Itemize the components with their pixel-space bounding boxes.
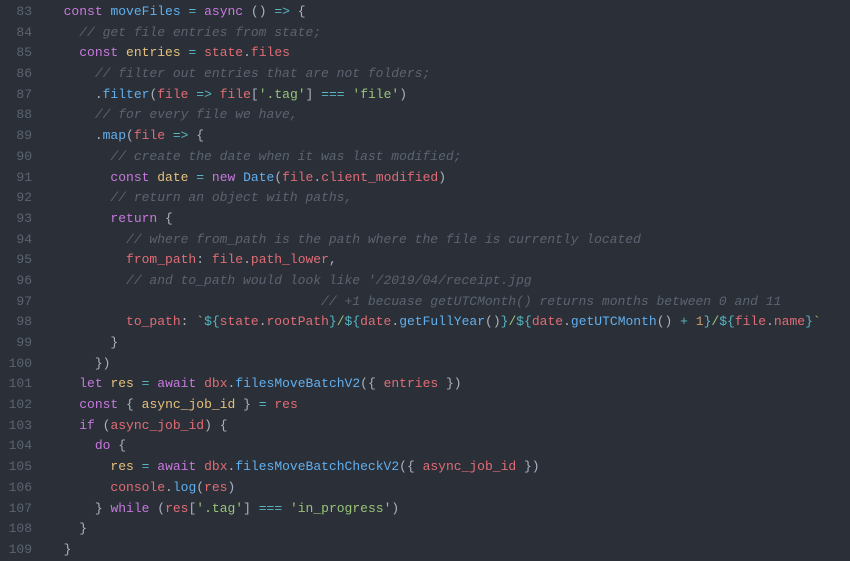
line-number: 102	[0, 395, 32, 416]
line-number: 103	[0, 416, 32, 437]
line-number: 106	[0, 478, 32, 499]
code-line[interactable]: const date = new Date(file.client_modifi…	[48, 168, 850, 189]
code-line[interactable]: const entries = state.files	[48, 43, 850, 64]
code-line[interactable]: // get file entries from state;	[48, 23, 850, 44]
line-number: 88	[0, 105, 32, 126]
line-number: 87	[0, 85, 32, 106]
line-number: 91	[0, 168, 32, 189]
line-number: 107	[0, 499, 32, 520]
line-number: 86	[0, 64, 32, 85]
code-line[interactable]: } while (res['.tag'] === 'in_progress')	[48, 499, 850, 520]
code-line[interactable]: }	[48, 540, 850, 561]
line-number: 94	[0, 230, 32, 251]
line-number-gutter: 8384858687888990919293949596979899100101…	[0, 2, 46, 561]
code-line[interactable]: if (async_job_id) {	[48, 416, 850, 437]
line-number: 109	[0, 540, 32, 561]
line-number: 95	[0, 250, 32, 271]
code-line[interactable]: console.log(res)	[48, 478, 850, 499]
code-line[interactable]: from_path: file.path_lower,	[48, 250, 850, 271]
code-line[interactable]: do {	[48, 436, 850, 457]
code-line[interactable]: const { async_job_id } = res	[48, 395, 850, 416]
line-number: 99	[0, 333, 32, 354]
code-line[interactable]: // and to_path would look like '/2019/04…	[48, 271, 850, 292]
code-line[interactable]: }	[48, 333, 850, 354]
code-line[interactable]: // where from_path is the path where the…	[48, 230, 850, 251]
line-number: 96	[0, 271, 32, 292]
line-number: 100	[0, 354, 32, 375]
code-line[interactable]: let res = await dbx.filesMoveBatchV2({ e…	[48, 374, 850, 395]
code-line[interactable]: }	[48, 519, 850, 540]
line-number: 85	[0, 43, 32, 64]
code-line[interactable]: // filter out entries that are not folde…	[48, 64, 850, 85]
code-line[interactable]: // return an object with paths,	[48, 188, 850, 209]
line-number: 89	[0, 126, 32, 147]
code-line[interactable]: // create the date when it was last modi…	[48, 147, 850, 168]
line-number: 101	[0, 374, 32, 395]
line-number: 104	[0, 436, 32, 457]
code-line[interactable]: // +1 becuase getUTCMonth() returns mont…	[48, 292, 850, 313]
line-number: 93	[0, 209, 32, 230]
code-line[interactable]: .filter(file => file['.tag'] === 'file')	[48, 85, 850, 106]
line-number: 108	[0, 519, 32, 540]
code-line[interactable]: .map(file => {	[48, 126, 850, 147]
line-number: 83	[0, 2, 32, 23]
line-number: 97	[0, 292, 32, 313]
line-number: 98	[0, 312, 32, 333]
code-line[interactable]: const moveFiles = async () => {	[48, 2, 850, 23]
line-number: 90	[0, 147, 32, 168]
line-number: 84	[0, 23, 32, 44]
code-editor[interactable]: 8384858687888990919293949596979899100101…	[0, 0, 850, 561]
code-line[interactable]: })	[48, 354, 850, 375]
code-line[interactable]: return {	[48, 209, 850, 230]
code-line[interactable]: // for every file we have,	[48, 105, 850, 126]
code-line[interactable]: res = await dbx.filesMoveBatchCheckV2({ …	[48, 457, 850, 478]
code-line[interactable]: to_path: `${state.rootPath}/${date.getFu…	[48, 312, 850, 333]
code-content[interactable]: const moveFiles = async () => { // get f…	[46, 2, 850, 561]
line-number: 105	[0, 457, 32, 478]
line-number: 92	[0, 188, 32, 209]
